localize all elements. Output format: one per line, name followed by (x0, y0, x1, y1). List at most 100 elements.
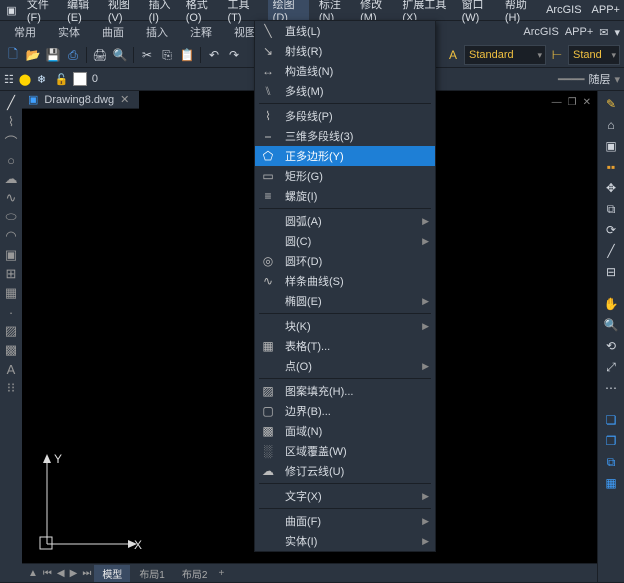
menu-item[interactable]: 实体(I)▶ (255, 531, 435, 551)
undo-icon[interactable]: ↶ (205, 46, 223, 64)
menu-file[interactable]: 文件(F) (27, 0, 57, 24)
menu-item[interactable]: 圆(C)▶ (255, 231, 435, 251)
region-tool-icon[interactable]: ▩ (3, 342, 19, 358)
cloud-tool-icon[interactable]: ☁ (3, 171, 19, 187)
cut-icon[interactable]: ✂ (138, 46, 156, 64)
paste-icon[interactable]: 📋 (178, 46, 196, 64)
last-icon[interactable]: ⏭ (80, 568, 93, 579)
layout-tab-model[interactable]: 模型 (94, 565, 130, 582)
layer-lock-icon[interactable]: 🔓 (55, 73, 67, 85)
orbit-icon[interactable]: ⟲ (602, 337, 620, 355)
tab-insert[interactable]: 插入 (136, 22, 178, 42)
tool12-icon[interactable]: ⤢ (602, 358, 620, 376)
tab-annotate[interactable]: 注释 (180, 22, 222, 42)
menu-item[interactable]: ↔构造线(N) (255, 61, 435, 81)
layers3-icon[interactable]: ⧉ (602, 453, 620, 471)
menu-item[interactable]: 圆弧(A)▶ (255, 211, 435, 231)
tool7-icon[interactable]: ╱ (602, 242, 620, 260)
redo-icon[interactable]: ↷ (225, 46, 243, 64)
tool5-icon[interactable]: ⧉ (602, 200, 620, 218)
layer-name[interactable]: 0 (92, 73, 98, 85)
menu-appplus[interactable]: APP+ (592, 4, 620, 16)
tab-surface[interactable]: 曲面 (92, 22, 134, 42)
menu-edit[interactable]: 编辑(E) (67, 0, 98, 24)
mail-icon[interactable]: ✉ (599, 26, 608, 39)
layer-on-icon[interactable]: ⬤ (19, 73, 31, 85)
menu-item[interactable]: ⎯三维多段线(3) (255, 126, 435, 146)
open-icon[interactable]: 📂 (24, 46, 42, 64)
menu-window[interactable]: 窗口(W) (462, 0, 495, 24)
lineweight-icon[interactable]: ━━━━ (558, 73, 585, 86)
menu-arcgis[interactable]: ArcGIS (546, 4, 581, 16)
add-layout-icon[interactable]: + (216, 568, 226, 579)
layers-icon[interactable]: ❏ (602, 411, 620, 429)
pencil-icon[interactable]: ✎ (602, 95, 620, 113)
tab-solid[interactable]: 实体 (48, 22, 90, 42)
layout-tab-2[interactable]: 布局2 (174, 565, 216, 582)
menu-item[interactable]: 椭圆(E)▶ (255, 291, 435, 311)
menu-item[interactable]: ▦表格(T)... (255, 336, 435, 356)
menu-view[interactable]: 视图(V) (108, 0, 139, 24)
menu-format[interactable]: 格式(O) (186, 0, 218, 24)
arc-tool-icon[interactable]: ⌒ (3, 133, 19, 149)
pline-tool-icon[interactable]: ⌇ (3, 114, 19, 130)
menu-item[interactable]: ╲直线(L) (255, 21, 435, 41)
menu-item[interactable]: 曲面(F)▶ (255, 511, 435, 531)
ribbon-collapse-icon[interactable]: ▾ (614, 26, 620, 39)
menu-item[interactable]: 文字(X)▶ (255, 486, 435, 506)
prev-icon[interactable]: ◀ (55, 568, 67, 579)
menu-item[interactable]: 点(O)▶ (255, 356, 435, 376)
mtext-tool-icon[interactable]: ⁝⁝ (3, 380, 19, 396)
preview-icon[interactable]: 🔍 (111, 46, 129, 64)
minimize-icon[interactable]: — (552, 97, 562, 108)
menu-item[interactable]: ≡螺旋(I) (255, 186, 435, 206)
linetype-combo[interactable]: 随层 (588, 71, 610, 87)
restore-icon[interactable]: ❐ (568, 97, 577, 108)
layer-freeze-icon[interactable]: ❄ (37, 73, 49, 85)
menu-item[interactable]: ⌇多段线(P) (255, 106, 435, 126)
menu-insert[interactable]: 插入(I) (149, 0, 176, 24)
menu-item[interactable]: ░区域覆盖(W) (255, 441, 435, 461)
save-icon[interactable]: 💾 (44, 46, 62, 64)
tool2-icon[interactable]: ▣ (602, 137, 620, 155)
file-tab[interactable]: ▣ Drawing8.dwg ✕ (22, 91, 139, 109)
menu-item[interactable]: ▩面域(N) (255, 421, 435, 441)
layer-mgr-icon[interactable]: ☷ (4, 73, 14, 86)
text-style-icon[interactable]: A (444, 46, 462, 64)
point-tool-icon[interactable]: · (3, 304, 19, 320)
ellipse-arc-icon[interactable]: ◠ (3, 228, 19, 244)
text-tool-icon[interactable]: A (3, 361, 19, 377)
next-icon[interactable]: ▶ (68, 568, 80, 579)
tool3-icon[interactable]: ▪▪ (602, 158, 620, 176)
tool6-icon[interactable]: ⟳ (602, 221, 620, 239)
menu-item[interactable]: ∿样条曲线(S) (255, 271, 435, 291)
text-style-combo[interactable]: Standard (464, 45, 546, 65)
layers2-icon[interactable]: ❐ (602, 432, 620, 450)
dim-style-icon[interactable]: ⊢ (548, 46, 566, 64)
menu-item[interactable]: ▭矩形(G) (255, 166, 435, 186)
tool13-icon[interactable]: ⋯ (602, 379, 620, 397)
menu-item[interactable]: 块(K)▶ (255, 316, 435, 336)
close-tab-icon[interactable]: ✕ (120, 93, 129, 106)
close-icon[interactable]: ✕ (583, 97, 591, 108)
new-icon[interactable]: 🗋 (4, 46, 22, 64)
move-icon[interactable]: ✥ (602, 179, 620, 197)
circle-tool-icon[interactable]: ○ (3, 152, 19, 168)
menu-item[interactable]: ↘射线(R) (255, 41, 435, 61)
tool1-icon[interactable]: ⌂ (602, 116, 620, 134)
tab-common[interactable]: 常用 (4, 22, 46, 42)
layers4-icon[interactable]: ▦ (602, 474, 620, 492)
spline-tool-icon[interactable]: ∿ (3, 190, 19, 206)
menu-item[interactable]: ⑊多线(M) (255, 81, 435, 101)
insert-tool-icon[interactable]: ⊞ (3, 266, 19, 282)
zoom-icon[interactable]: 🔍 (602, 316, 620, 334)
dim-style-combo[interactable]: Stand (568, 45, 620, 65)
menu-item[interactable]: ⬠正多边形(Y) (255, 146, 435, 166)
scrub-left-icon[interactable]: ▲ (26, 568, 40, 579)
menu-item[interactable]: ☁修订云线(U) (255, 461, 435, 481)
print-icon[interactable]: 🖨 (91, 46, 109, 64)
menu-item[interactable]: ▢边界(B)... (255, 401, 435, 421)
layout-tab-1[interactable]: 布局1 (131, 565, 173, 582)
table-tool-icon[interactable]: ▦ (3, 285, 19, 301)
menu-item[interactable]: ▨图案填充(H)... (255, 381, 435, 401)
